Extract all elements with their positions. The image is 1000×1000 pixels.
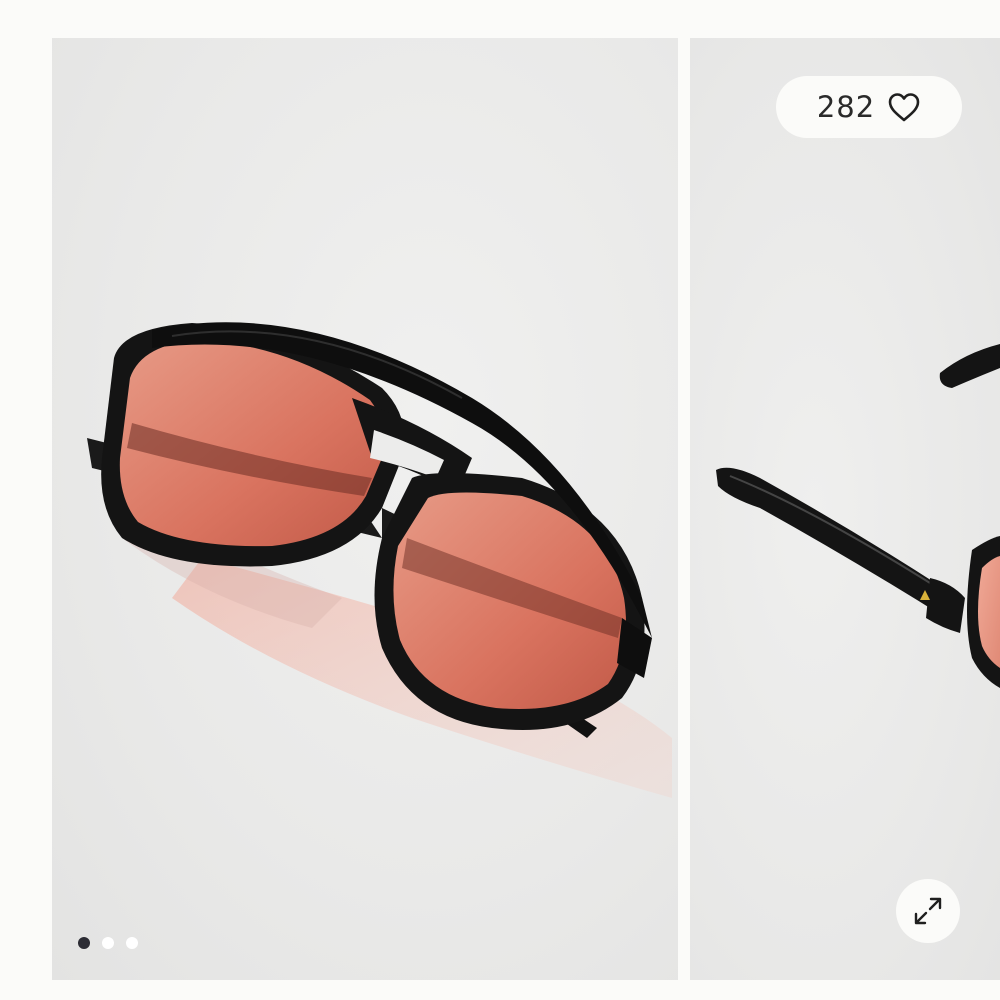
carousel-dots <box>78 937 138 949</box>
favorite-count: 282 <box>816 90 876 124</box>
expand-image-button[interactable] <box>896 879 960 943</box>
sunglasses-front-image <box>87 322 672 798</box>
product-gallery: 282 <box>0 0 1000 1000</box>
heart-outline-icon <box>888 93 920 122</box>
product-image-main[interactable] <box>52 38 678 980</box>
expand-arrows-icon <box>914 897 942 925</box>
carousel-dot-3[interactable] <box>126 937 138 949</box>
sunglasses-side-image <box>716 344 1000 688</box>
carousel-dot-2[interactable] <box>102 937 114 949</box>
product-image-secondary[interactable]: 282 <box>690 38 1000 980</box>
favorite-button[interactable]: 282 <box>776 76 962 138</box>
carousel-dot-1[interactable] <box>78 937 90 949</box>
